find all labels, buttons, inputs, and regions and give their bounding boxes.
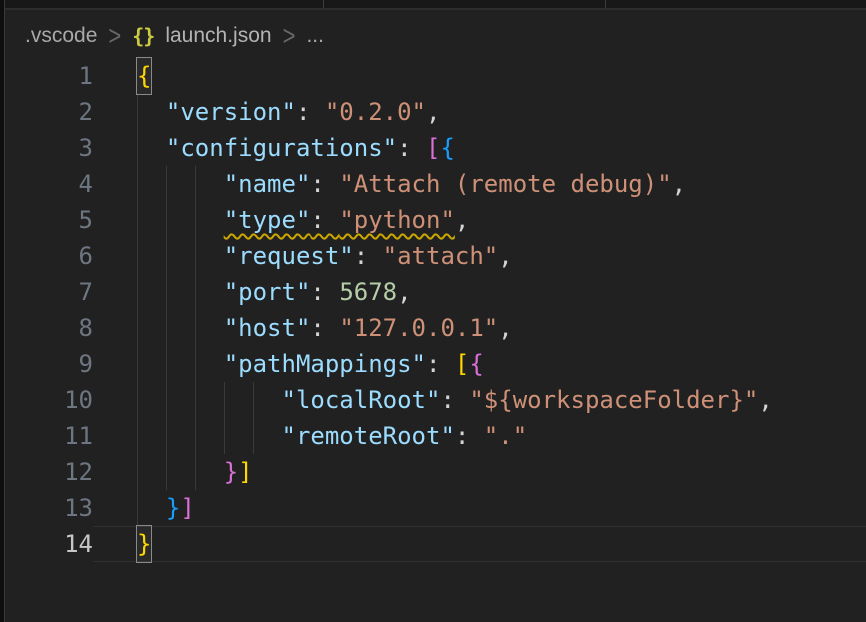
- code-line-6[interactable]: 6 "request": "attach",: [5, 238, 866, 274]
- tab-remnant-3[interactable]: [606, 0, 866, 8]
- code-text-1[interactable]: {: [93, 58, 866, 94]
- code-line-11[interactable]: 11 "remoteRoot": ".": [5, 418, 866, 454]
- chevron-right-icon: >: [283, 20, 296, 53]
- line-number-5[interactable]: 5: [5, 202, 93, 238]
- code-line-13[interactable]: 13 }]: [5, 490, 866, 526]
- code-text-9[interactable]: "pathMappings": [{: [93, 346, 866, 382]
- line-number-8[interactable]: 8: [5, 310, 93, 346]
- code-text-14[interactable]: }: [93, 526, 866, 562]
- code-text-10[interactable]: "localRoot": "${workspaceFolder}",: [93, 382, 866, 418]
- line-number-13[interactable]: 13: [5, 490, 93, 526]
- tab-remnant-2[interactable]: [324, 0, 605, 8]
- breadcrumb: .vscode > {} launch.json > ...: [25, 20, 324, 52]
- breadcrumb-symbol-more[interactable]: ...: [306, 24, 324, 48]
- chevron-right-icon: >: [108, 20, 121, 53]
- line-number-2[interactable]: 2: [5, 94, 93, 130]
- breadcrumb-file[interactable]: launch.json: [165, 24, 271, 48]
- code-text-6[interactable]: "request": "attach",: [93, 238, 866, 274]
- line-number-10[interactable]: 10: [5, 382, 93, 418]
- tab-remnant-1[interactable]: [5, 0, 323, 8]
- line-number-1[interactable]: 1: [5, 58, 93, 94]
- code-text-4[interactable]: "name": "Attach (remote debug)",: [93, 166, 866, 202]
- code-line-10[interactable]: 10 "localRoot": "${workspaceFolder}",: [5, 382, 866, 418]
- code-text-13[interactable]: }]: [93, 490, 866, 526]
- code-text-3[interactable]: "configurations": [{: [93, 130, 866, 166]
- code-line-2[interactable]: 2 "version": "0.2.0",: [5, 94, 866, 130]
- bracket-match-box: }: [137, 526, 151, 562]
- line-number-14[interactable]: 14: [5, 526, 93, 562]
- line-number-3[interactable]: 3: [5, 130, 93, 166]
- code-text-11[interactable]: "remoteRoot": ".": [93, 418, 866, 454]
- line-number-11[interactable]: 11: [5, 418, 93, 454]
- line-number-4[interactable]: 4: [5, 166, 93, 202]
- line-number-9[interactable]: 9: [5, 346, 93, 382]
- code-lines: 1{2 "version": "0.2.0",3 "configurations…: [5, 58, 866, 562]
- bracket-match-box: {: [137, 58, 151, 94]
- warning-squiggle: "type": "python": [224, 206, 455, 234]
- code-text-12[interactable]: }]: [93, 454, 866, 490]
- tab-bar: [5, 0, 866, 10]
- code-line-4[interactable]: 4 "name": "Attach (remote debug)",: [5, 166, 866, 202]
- json-braces-icon: {}: [132, 24, 154, 48]
- code-line-14[interactable]: 14}: [5, 526, 866, 562]
- line-number-6[interactable]: 6: [5, 238, 93, 274]
- code-text-2[interactable]: "version": "0.2.0",: [93, 94, 866, 130]
- code-line-3[interactable]: 3 "configurations": [{: [5, 130, 866, 166]
- vscode-window: { "breadcrumb": { "separator": ">", "ite…: [0, 0, 866, 622]
- code-line-5[interactable]: 5 "type": "python",: [5, 202, 866, 238]
- code-editor[interactable]: 1{2 "version": "0.2.0",3 "configurations…: [5, 58, 866, 562]
- breadcrumb-folder[interactable]: .vscode: [25, 24, 97, 48]
- editor-left-border: [4, 0, 5, 622]
- code-text-7[interactable]: "port": 5678,: [93, 274, 866, 310]
- code-line-9[interactable]: 9 "pathMappings": [{: [5, 346, 866, 382]
- line-number-7[interactable]: 7: [5, 274, 93, 310]
- code-line-1[interactable]: 1{: [5, 58, 866, 94]
- line-number-12[interactable]: 12: [5, 454, 93, 490]
- code-line-7[interactable]: 7 "port": 5678,: [5, 274, 866, 310]
- code-line-8[interactable]: 8 "host": "127.0.0.1",: [5, 310, 866, 346]
- code-text-8[interactable]: "host": "127.0.0.1",: [93, 310, 866, 346]
- code-line-12[interactable]: 12 }]: [5, 454, 866, 490]
- code-text-5[interactable]: "type": "python",: [93, 202, 866, 238]
